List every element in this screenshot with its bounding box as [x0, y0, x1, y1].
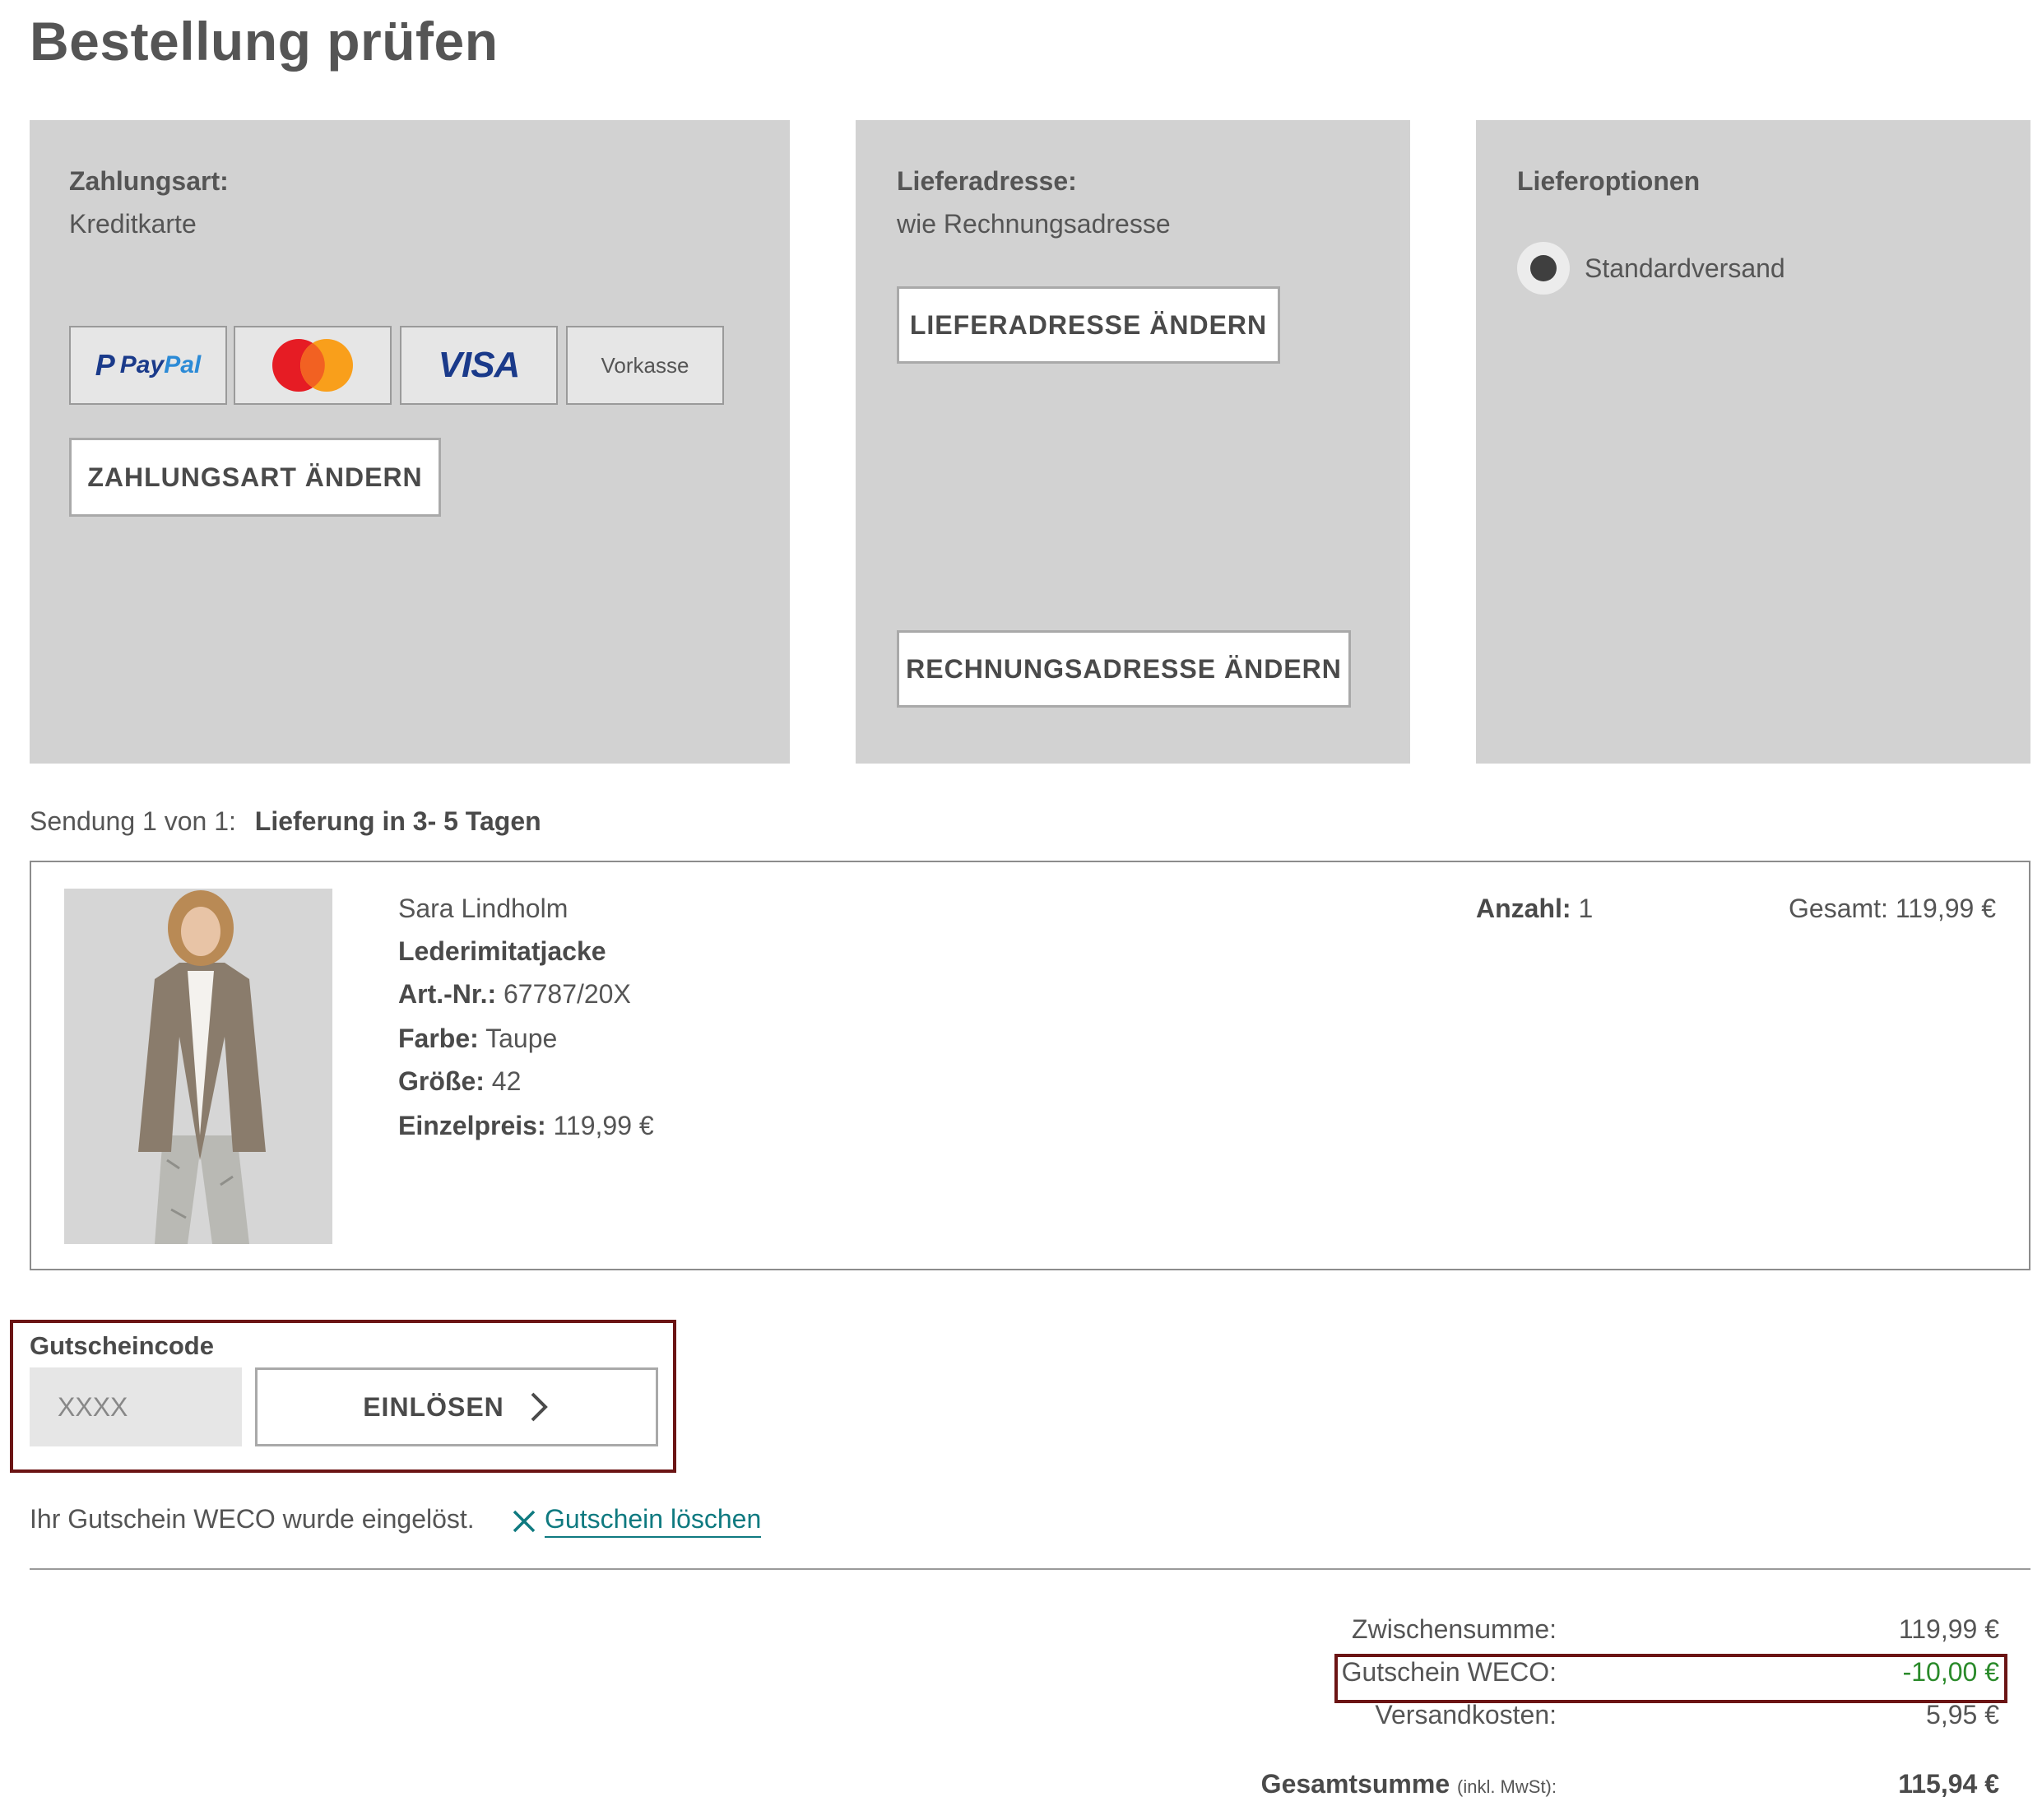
grand-total-note: (inkl. MwSt): — [1457, 1776, 1557, 1797]
page-title: Bestellung prüfen — [30, 11, 499, 72]
change-billing-address-button[interactable]: RECHNUNGSADRESSE ÄNDERN — [897, 630, 1351, 708]
change-delivery-address-button[interactable]: LIEFERADRESSE ÄNDERN — [897, 286, 1280, 364]
product-unit-price: Einzelpreis: 119,99 € — [398, 1111, 654, 1140]
redeem-voucher-button[interactable]: EINLÖSEN — [255, 1367, 658, 1446]
shipment-info: Sendung 1 von 1: Lieferung in 3- 5 Tagen — [30, 806, 541, 837]
product-image[interactable] — [64, 889, 332, 1244]
change-payment-button[interactable]: ZAHLUNGSART ÄNDERN — [69, 438, 441, 517]
summary-divider — [30, 1568, 2030, 1570]
product-color: Farbe: Taupe — [398, 1024, 558, 1053]
product-size: Größe: 42 — [398, 1066, 522, 1096]
delivery-address-value: wie Rechnungsadresse — [897, 209, 1171, 239]
voucher-discount-value: -10,00 € — [1902, 1657, 1999, 1687]
delete-voucher-link[interactable]: Gutschein löschen — [512, 1504, 762, 1538]
standard-shipping-option[interactable]: Standardversand — [1517, 242, 1785, 295]
paypal-tile: P Pay Pal — [69, 326, 227, 405]
shipping-cost-label: Versandkosten: — [1375, 1700, 1557, 1729]
redeem-voucher-label: EINLÖSEN — [363, 1391, 504, 1422]
shipping-cost-value: 5,95 € — [1926, 1700, 1999, 1729]
payment-value: Kreditkarte — [69, 209, 197, 239]
product-line-item: Sara Lindholm Lederimitatjacke Art.-Nr.:… — [30, 861, 2030, 1270]
product-article-number: Art.-Nr.: 67787/20X — [398, 979, 631, 1009]
shipment-delivery-time: Lieferung in 3- 5 Tagen — [254, 806, 541, 836]
vorkasse-tile: Vorkasse — [566, 326, 724, 405]
product-total: Gesamt: 119,99 € — [1789, 894, 1996, 923]
chevron-right-icon — [531, 1392, 548, 1422]
payment-label: Zahlungsart: — [69, 166, 229, 196]
grand-total-label: Gesamtsumme — [1260, 1769, 1450, 1799]
standard-shipping-label: Standardversand — [1585, 253, 1785, 283]
product-name: Lederimitatjacke — [398, 936, 606, 966]
voucher-label: Gutscheincode — [30, 1331, 214, 1360]
product-quantity: Anzahl: 1 — [1476, 894, 1594, 923]
delete-voucher-label[interactable]: Gutschein löschen — [545, 1504, 762, 1538]
subtotal-value: 119,99 € — [1898, 1614, 1999, 1644]
visa-icon: VISA — [438, 345, 521, 385]
voucher-discount-label: Gutschein WECO: — [1341, 1657, 1557, 1687]
voucher-redeemed-message: Ihr Gutschein WECO wurde eingelöst. — [30, 1504, 475, 1534]
paypal-icon: P Pay Pal — [95, 348, 202, 382]
mastercard-icon — [272, 339, 353, 392]
subtotal-label: Zwischensumme: — [1352, 1614, 1557, 1644]
grand-total-value: 115,94 € — [1898, 1769, 1999, 1799]
delivery-options-label: Lieferoptionen — [1517, 166, 1701, 196]
mastercard-tile — [234, 326, 392, 405]
delivery-options-panel: Lieferoptionen Standardversand — [1476, 120, 2030, 764]
radio-selected-icon[interactable] — [1517, 242, 1570, 295]
vorkasse-label: Vorkasse — [601, 352, 689, 378]
delivery-address-label: Lieferadresse: — [897, 166, 1077, 196]
grand-total-label-row: Gesamtsumme (inkl. MwSt): — [1129, 1769, 1557, 1799]
product-brand: Sara Lindholm — [398, 894, 569, 923]
product-photo-icon — [64, 889, 332, 1244]
voucher-code-input[interactable] — [30, 1367, 242, 1446]
visa-tile: VISA — [400, 326, 558, 405]
shipment-prefix: Sendung 1 von 1: — [30, 806, 236, 836]
close-icon[interactable] — [512, 1509, 536, 1534]
